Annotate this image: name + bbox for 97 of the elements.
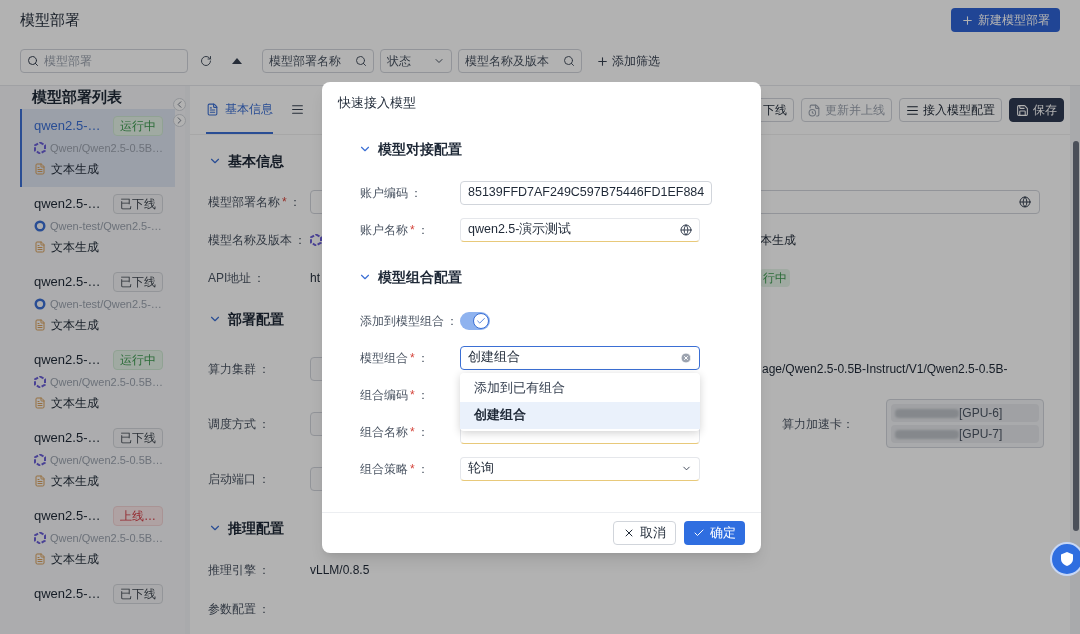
field-label: 模型组合 xyxy=(360,349,408,367)
model-path: Qwen/Qwen2.5-0.5B… xyxy=(50,374,164,390)
label-colon: ： xyxy=(416,349,429,367)
status-select[interactable]: 状态 xyxy=(380,49,452,73)
label-colon: ： xyxy=(446,312,458,330)
deployment-name: qwen2.5-… xyxy=(34,428,101,447)
strategy-select[interactable]: 轮询 xyxy=(460,456,700,481)
label-colon: ： xyxy=(253,270,266,287)
task-type: 本生成 xyxy=(760,232,796,249)
new-deployment-button[interactable]: 新建模型部署 xyxy=(951,8,1060,32)
deployment-name: qwen2.5-… xyxy=(34,350,101,369)
filter-field[interactable]: 模型名称及版本 xyxy=(458,49,582,73)
deployment-name: qwen2.5-… xyxy=(34,194,101,213)
field-value: vLLM/0.8.5 xyxy=(310,561,370,579)
status-tag: 已下线 xyxy=(113,193,163,214)
label-colon: ： xyxy=(416,386,429,404)
required-mark: * xyxy=(410,423,415,441)
deployment-list-item[interactable]: qwen2.5-… 已下线 Qwen-test/Qwen2.5-… 文本生成 xyxy=(20,186,175,265)
field-label: 推理引擎 xyxy=(208,561,256,579)
label-colon: ： xyxy=(258,415,270,433)
field-label: 模型部署名称 xyxy=(208,194,280,211)
status-tag: 上线… xyxy=(113,505,163,526)
field-label: 调度方式 xyxy=(208,415,256,433)
model-path: Qwen/Qwen2.5-0.5B… xyxy=(50,452,164,468)
status-tag: 已下线 xyxy=(113,427,163,448)
label-colon: ： xyxy=(258,561,270,579)
deployment-name: qwen2.5-… xyxy=(34,506,101,525)
label-colon: ： xyxy=(416,460,429,478)
field-value: ht xyxy=(310,270,320,287)
task-type: 文本生成 xyxy=(51,161,99,178)
status-tag: 行中 xyxy=(760,269,790,287)
deployment-list-item[interactable]: qwen2.5-… 上线… Qwen/Qwen2.5-0.5B… 文本生成 xyxy=(20,498,175,577)
label-colon: ： xyxy=(294,232,306,249)
combo-select[interactable]: 创建组合 xyxy=(460,345,700,370)
confirm-button[interactable]: 确定 xyxy=(684,521,745,545)
section-title: 基本信息 xyxy=(228,151,284,171)
field-label: 组合策略 xyxy=(360,460,408,478)
field-label: 参数配置 xyxy=(208,600,256,618)
label-colon: ： xyxy=(410,184,422,202)
field-label: 启动端口 xyxy=(208,470,256,488)
field-label: 账户编码 xyxy=(360,184,408,202)
task-type: 文本生成 xyxy=(51,551,99,568)
dropdown-option[interactable]: 创建组合 xyxy=(460,402,700,429)
field-label: 组合名称 xyxy=(360,423,408,441)
status-tag: 运行中 xyxy=(113,349,163,370)
deployment-name: qwen2.5-… xyxy=(34,272,101,291)
status-tag: 运行中 xyxy=(113,115,163,136)
status-tag: 已下线 xyxy=(113,583,163,604)
label-colon: ： xyxy=(416,221,429,239)
task-type: 文本生成 xyxy=(51,473,99,490)
model-path: Qwen/Qwen2.5-0.5B… xyxy=(50,530,164,546)
tab[interactable]: 基本信息 xyxy=(206,86,273,134)
required-mark: * xyxy=(410,460,415,478)
text-input[interactable]: qwen2.5-演示测试 xyxy=(460,217,700,242)
deployment-list-item[interactable]: qwen2.5-… 已下线 Qwen/Qwen2.5-0.5B… 文本生成 xyxy=(20,420,175,499)
required-mark: * xyxy=(410,349,415,367)
dialog-title: 快速接入模型 xyxy=(338,94,416,113)
add-filter-button[interactable]: 添加筛选 xyxy=(596,52,660,70)
model-path-text: age/Qwen2.5-0.5B-Instruct/V1/Qwen2.5-0.5B- xyxy=(762,360,1008,378)
deployment-list-item[interactable]: qwen2.5-… 已下线 Qwen-test/Qwen2.5-… 文本生成 xyxy=(20,264,175,343)
label-colon: ： xyxy=(416,423,429,441)
required-mark: * xyxy=(410,221,415,239)
filter-field[interactable]: 模型部署名称 xyxy=(262,49,374,73)
sidebar-title: 模型部署列表 xyxy=(32,87,122,107)
field-label: 算力集群 xyxy=(208,360,256,378)
deployment-list-item[interactable]: qwen2.5-… 运行中 Qwen/Qwen2.5-0.5B… 文本生成 xyxy=(20,342,175,421)
deployment-name: qwen2.5-… xyxy=(34,584,101,603)
required-mark: * xyxy=(410,386,415,404)
page-title: 模型部署 xyxy=(20,9,80,30)
field-label: 账户名称 xyxy=(360,221,408,239)
section-title: 部署配置 xyxy=(228,309,284,329)
task-type: 文本生成 xyxy=(51,239,99,256)
section-title: 推理配置 xyxy=(228,518,284,538)
action-button[interactable]: 保存 xyxy=(1009,98,1064,122)
field-label: API地址 xyxy=(208,270,252,287)
field-label: 模型名称及版本 xyxy=(208,232,292,249)
deployment-list-item[interactable]: qwen2.5-… 已下线 xyxy=(20,576,175,634)
required-mark: * xyxy=(282,194,287,211)
label-colon: ： xyxy=(258,600,270,618)
section-title: 模型组合配置 xyxy=(378,267,462,287)
deployment-name: qwen2.5-… xyxy=(34,116,101,135)
action-button[interactable]: 接入模型配置 xyxy=(899,98,1002,122)
cancel-button[interactable]: 取消 xyxy=(613,521,676,545)
field-label: 添加到模型组合 xyxy=(360,312,444,330)
status-tag: 已下线 xyxy=(113,271,163,292)
label-colon: ： xyxy=(258,360,270,378)
field-label: 算力加速卡： xyxy=(782,415,855,433)
task-type: 文本生成 xyxy=(51,395,99,412)
dropdown-option[interactable]: 添加到已有组合 xyxy=(460,375,700,402)
task-type: 文本生成 xyxy=(51,317,99,334)
label-colon: ： xyxy=(258,470,270,488)
model-path: Qwen-test/Qwen2.5-… xyxy=(50,296,162,312)
model-path: Qwen-test/Qwen2.5-… xyxy=(50,218,162,234)
text-input[interactable]: 85139FFD7AF249C597B75446FD1EF884 xyxy=(460,180,713,205)
section-title: 模型对接配置 xyxy=(378,139,462,159)
field-label: 组合编码 xyxy=(360,386,408,404)
label-colon: ： xyxy=(288,194,301,211)
